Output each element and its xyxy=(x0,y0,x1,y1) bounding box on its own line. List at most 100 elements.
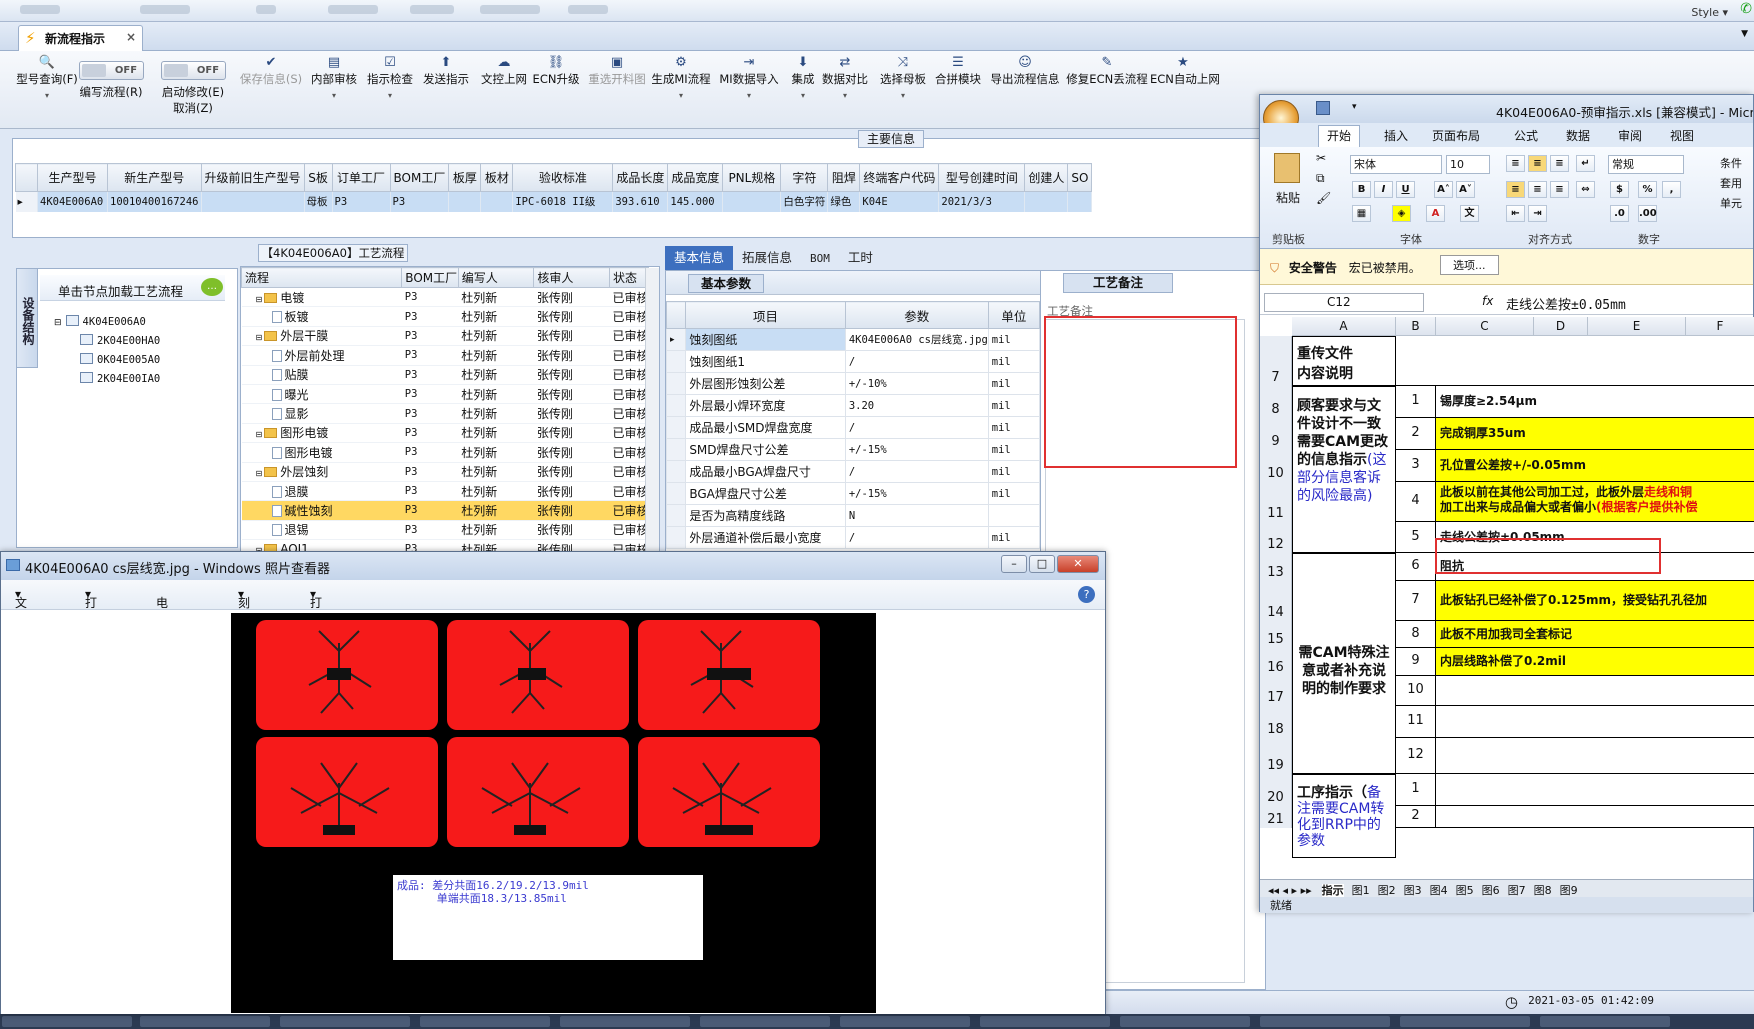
align-top-button[interactable]: ≡ xyxy=(1506,155,1525,172)
expand-toggle-icon[interactable]: ⊟ xyxy=(54,318,62,328)
merge-button[interactable]: ⇔ xyxy=(1576,181,1595,198)
chevron-down-icon[interactable]: ▾ xyxy=(820,91,870,100)
main-col-5[interactable]: BOM工厂 xyxy=(389,163,450,192)
flow-row[interactable]: 退膜 P3 杜列新 张传刚 已审核 xyxy=(241,481,649,502)
collapse-icon[interactable]: ⊟ xyxy=(256,430,263,439)
cell-c-item[interactable]: 完成铜厚35um xyxy=(1436,418,1754,450)
row-header[interactable]: 19 xyxy=(1260,738,1292,774)
chevron-down-icon[interactable]: ▾ xyxy=(718,91,780,100)
minimize-button[interactable]: – xyxy=(1001,555,1027,573)
cell-c-item[interactable] xyxy=(1436,706,1754,738)
close-icon[interactable]: × xyxy=(126,30,136,44)
increase-decimal-button[interactable]: .0 xyxy=(1610,205,1629,222)
indent-increase-button[interactable]: ⇥ xyxy=(1528,205,1547,222)
quick-access-chevron-icon[interactable]: ▾ xyxy=(1352,102,1357,112)
row-header[interactable]: 14 xyxy=(1260,581,1292,621)
chevron-down-icon[interactable]: ▼ xyxy=(1741,29,1748,39)
main-col-10[interactable]: 成品宽度 xyxy=(667,163,724,192)
paste-label[interactable]: 粘贴 xyxy=(1276,189,1300,206)
param-row[interactable]: 外层图形蚀刻公差 +/-10% mil xyxy=(666,372,1040,395)
column-header-E[interactable]: E xyxy=(1588,317,1686,336)
param-row[interactable]: 成品最小BGA焊盘尺寸 / mil xyxy=(666,460,1040,483)
sheet-tab-0[interactable]: 指示 xyxy=(1321,884,1344,897)
sheet-tab-4[interactable]: 图4 xyxy=(1429,884,1448,897)
cell-b-item[interactable]: 9 xyxy=(1396,648,1436,676)
cut-icon[interactable]: ✂ xyxy=(1316,151,1326,165)
param-value[interactable]: / xyxy=(844,416,989,439)
main-col-6[interactable]: 板厚 xyxy=(448,163,482,192)
toolbar-button-9[interactable]: ▣ 重选开料图 xyxy=(586,55,648,87)
indent-decrease-button[interactable]: ⇤ xyxy=(1506,205,1525,222)
flow-col-bom[interactable]: BOM工厂 xyxy=(401,267,459,288)
flow-row[interactable]: 曝光 P3 杜列新 张传刚 已审核 xyxy=(241,384,649,405)
toolbar-button-0[interactable]: 🔍 型号查询(F) ▾ xyxy=(16,55,78,100)
main-cell-15[interactable]: 2021/3/3 xyxy=(938,191,1026,212)
underline-button[interactable]: U xyxy=(1396,181,1415,198)
chevron-down-icon[interactable]: ▾ xyxy=(16,91,78,100)
param-row[interactable]: 外层最小焊环宽度 3.20 mil xyxy=(666,394,1040,417)
main-cell-12[interactable]: 白色字符 xyxy=(780,191,829,212)
main-col-8[interactable]: 验收标准 xyxy=(512,163,614,192)
sheet-tab-3[interactable]: 图3 xyxy=(1403,884,1422,897)
flow-row[interactable]: 贴膜 P3 杜列新 张传刚 已审核 xyxy=(241,365,649,385)
row-header[interactable]: 12 xyxy=(1260,522,1292,553)
cell-c-item[interactable] xyxy=(1436,774,1754,806)
number-format-box[interactable]: 常规 xyxy=(1608,155,1684,174)
menu-print[interactable]: 打印(P) ▾ xyxy=(85,587,102,642)
sheet-tab-6[interactable]: 图6 xyxy=(1481,884,1500,897)
sheet-tab-5[interactable]: 图5 xyxy=(1455,884,1474,897)
main-col-12[interactable]: 字符 xyxy=(780,163,829,192)
param-value[interactable]: +/-15% xyxy=(844,438,989,461)
main-col-13[interactable]: 阻焊 xyxy=(827,163,861,192)
toggle-switch[interactable]: OFF xyxy=(78,61,144,80)
close-button[interactable]: ✕ xyxy=(1057,555,1099,573)
main-cell-10[interactable]: 145.000 xyxy=(667,191,724,212)
row-header[interactable]: 21 xyxy=(1260,806,1292,828)
row-header[interactable]: 16 xyxy=(1260,648,1292,676)
toolbar-button-15[interactable]: ☰ 合拼模块 xyxy=(932,55,984,87)
row-header[interactable]: 7 xyxy=(1260,336,1292,386)
fx-icon[interactable]: fx xyxy=(1482,294,1493,308)
menu-burn[interactable]: 刻录(U) ▾ xyxy=(238,587,256,642)
collapse-icon[interactable]: ⊟ xyxy=(256,469,263,478)
main-cell-17[interactable] xyxy=(1067,191,1093,212)
ribbon-tab-insert[interactable]: 插入 xyxy=(1384,127,1408,144)
cell-b-item[interactable]: 1 xyxy=(1396,386,1436,418)
main-cell-14[interactable]: K04E xyxy=(859,191,940,212)
param-row[interactable]: 成品最小SMD焊盘宽度 / mil xyxy=(666,416,1040,439)
main-col-1[interactable]: 新生产型号 xyxy=(107,163,202,192)
flow-row[interactable]: ⊟ 外层蚀刻 P3 杜列新 张传刚 已审核 xyxy=(241,462,649,482)
cell-c-item[interactable]: 内层线路补偿了0.2mil xyxy=(1436,648,1754,676)
cell-b-item[interactable]: 8 xyxy=(1396,621,1436,648)
format-as-table-button[interactable]: 套用 xyxy=(1720,175,1742,191)
main-cell-3[interactable]: 母板 xyxy=(304,191,333,212)
cell-c-item[interactable] xyxy=(1436,806,1754,828)
main-col-11[interactable]: PNL规格 xyxy=(722,163,782,192)
chevron-down-icon[interactable]: ▾ xyxy=(786,91,820,100)
column-header-D[interactable]: D xyxy=(1534,317,1588,336)
toggle-switch[interactable]: OFF xyxy=(160,61,226,80)
menu-open[interactable]: 打开(O) ▾ xyxy=(310,587,329,642)
collapse-icon[interactable]: ⊟ xyxy=(256,295,263,304)
tree-node[interactable]: 2K04E00HA0 xyxy=(80,334,160,347)
main-cell-0[interactable]: 4K04E006A0 xyxy=(37,191,108,212)
border-button[interactable]: ▦ xyxy=(1352,205,1371,222)
tab-new-flow[interactable]: ⚡ 新流程指示 × xyxy=(18,25,143,51)
chevron-down-icon[interactable]: ▾ xyxy=(877,91,929,100)
row-header[interactable]: 10 xyxy=(1260,450,1292,482)
toolbar-button-18[interactable]: ★ ECN自动上网 xyxy=(1150,55,1220,87)
phonetic-button[interactable]: 文 xyxy=(1460,205,1479,222)
flow-row[interactable]: 碱性蚀刻 P3 杜列新 张传刚 已审核 xyxy=(241,500,649,521)
main-col-9[interactable]: 成品长度 xyxy=(612,163,669,192)
toolbar-button-17[interactable]: ✎ 修复ECN丢流程 xyxy=(1066,55,1148,87)
bold-button[interactable]: B xyxy=(1352,181,1371,198)
main-col-2[interactable]: 升级前旧生产型号 xyxy=(200,163,305,192)
sheet-tab-2[interactable]: 图2 xyxy=(1377,884,1396,897)
param-row[interactable]: 是否为高精度线路 N xyxy=(666,504,1040,527)
sheet-tab-9[interactable]: 图9 xyxy=(1559,884,1578,897)
menu-file[interactable]: 文件(F) ▾ xyxy=(15,587,31,642)
save-icon[interactable] xyxy=(1316,101,1330,115)
cell-c-item[interactable]: 此板不用加我司全套标记 xyxy=(1436,621,1754,648)
toolbar-button-4[interactable]: ▤ 内部审核 ▾ xyxy=(308,55,360,100)
cell-c-item[interactable]: 此板以前在其他公司加工过，此板外层走线和铜 加工出来与成品偏大或者偏小(根据客户提… xyxy=(1436,482,1754,522)
